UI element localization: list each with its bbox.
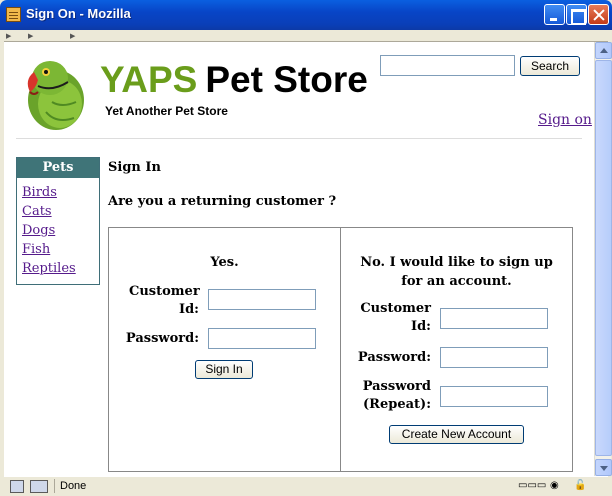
customer-id-label-line2: Id: (179, 302, 199, 317)
security-lock-icon[interactable]: 🔓 (574, 480, 586, 492)
window-title: Sign On - Mozilla (26, 6, 131, 21)
taskbar-icon[interactable] (10, 480, 24, 493)
sidebar-item-birds[interactable]: Birds (22, 183, 99, 202)
customer-id-field[interactable] (208, 289, 316, 310)
sign-in-button[interactable]: Sign In (195, 360, 253, 379)
password-label: Password: (125, 331, 199, 346)
new-account-panel: No. I would like to sign up for an accou… (340, 227, 573, 472)
customer-id-label-line1: Customer (129, 284, 200, 299)
password-field[interactable] (208, 328, 316, 349)
returning-panel-title: Yes. (210, 255, 239, 270)
scroll-thumb[interactable] (595, 60, 612, 456)
scroll-up-icon[interactable] (595, 42, 612, 59)
new-account-panel-title: No. I would like to sign up for an accou… (341, 253, 572, 291)
parrot-logo (27, 61, 84, 130)
page-viewport: YAPS Pet Store Yet Another Pet Store Sear… (4, 42, 594, 476)
new-password-label: Password: (357, 350, 431, 365)
new-account-title-line2: for an account. (401, 274, 512, 289)
collapsed-toolbar-strip[interactable]: ▶ ▶ ▶ (4, 30, 608, 42)
repeat-password-label-line1: Password (362, 379, 431, 394)
window-titlebar[interactable]: Sign On - Mozilla (0, 0, 612, 30)
sidebar-item-reptiles[interactable]: Reptiles (22, 259, 99, 278)
mozilla-app-icon[interactable] (6, 7, 21, 22)
header-divider (16, 138, 582, 139)
status-divider (54, 479, 55, 493)
status-text: Done (60, 480, 87, 492)
sign-on-link[interactable]: Sign on (538, 112, 592, 128)
brand-yaps: YAPS (100, 59, 198, 100)
sidebar-title: Pets (17, 158, 99, 178)
new-customer-id-label: Customer Id: (351, 300, 431, 336)
minimize-icon[interactable] (544, 4, 565, 25)
pets-sidebar: Pets Birds Cats Dogs Fish Reptiles (16, 157, 100, 285)
page-title: Sign In (108, 160, 161, 175)
sidebar-item-dogs[interactable]: Dogs (22, 221, 99, 240)
new-customer-id-label-line2: Id: (411, 319, 431, 334)
vertical-scrollbar[interactable] (594, 42, 612, 476)
store-tagline: Yet Another Pet Store (105, 104, 228, 118)
privacy-eye-icon[interactable]: ◉ (550, 480, 559, 492)
toolbar-grip-icon[interactable]: ▶ (6, 32, 14, 40)
returning-question: Are you a returning customer ? (108, 194, 337, 209)
maximize-icon[interactable] (566, 4, 587, 25)
repeat-password-label: Password (Repeat): (351, 378, 431, 414)
sidebar-item-fish[interactable]: Fish (22, 240, 99, 259)
create-account-button[interactable]: Create New Account (389, 425, 524, 444)
new-password-field[interactable] (440, 347, 548, 368)
offline-icon[interactable] (30, 480, 48, 493)
brand-pet-store: Pet Store (205, 59, 368, 100)
scroll-down-icon[interactable] (595, 459, 612, 476)
new-account-title-line1: No. I would like to sign up (360, 255, 553, 270)
search-input[interactable] (380, 55, 515, 76)
search-button[interactable]: Search (520, 56, 580, 76)
new-customer-id-label-line1: Customer (360, 301, 431, 316)
status-bar: Done ▭▭▭ ◉ 🔓 (4, 476, 608, 494)
returning-customer-panel: Yes. Customer Id: Password: Sign In (108, 227, 341, 472)
store-brand: YAPS Pet Store (100, 60, 368, 100)
progress-meter-icon: ▭▭▭ (518, 480, 547, 491)
toolbar-grip-icon[interactable]: ▶ (70, 32, 78, 40)
toolbar-grip-icon[interactable]: ▶ (28, 32, 36, 40)
close-icon[interactable] (588, 4, 609, 25)
sidebar-item-cats[interactable]: Cats (22, 202, 99, 221)
repeat-password-label-line2: (Repeat): (363, 397, 431, 412)
repeat-password-field[interactable] (440, 386, 548, 407)
customer-id-label: Customer Id: (129, 283, 200, 319)
new-customer-id-field[interactable] (440, 308, 548, 329)
